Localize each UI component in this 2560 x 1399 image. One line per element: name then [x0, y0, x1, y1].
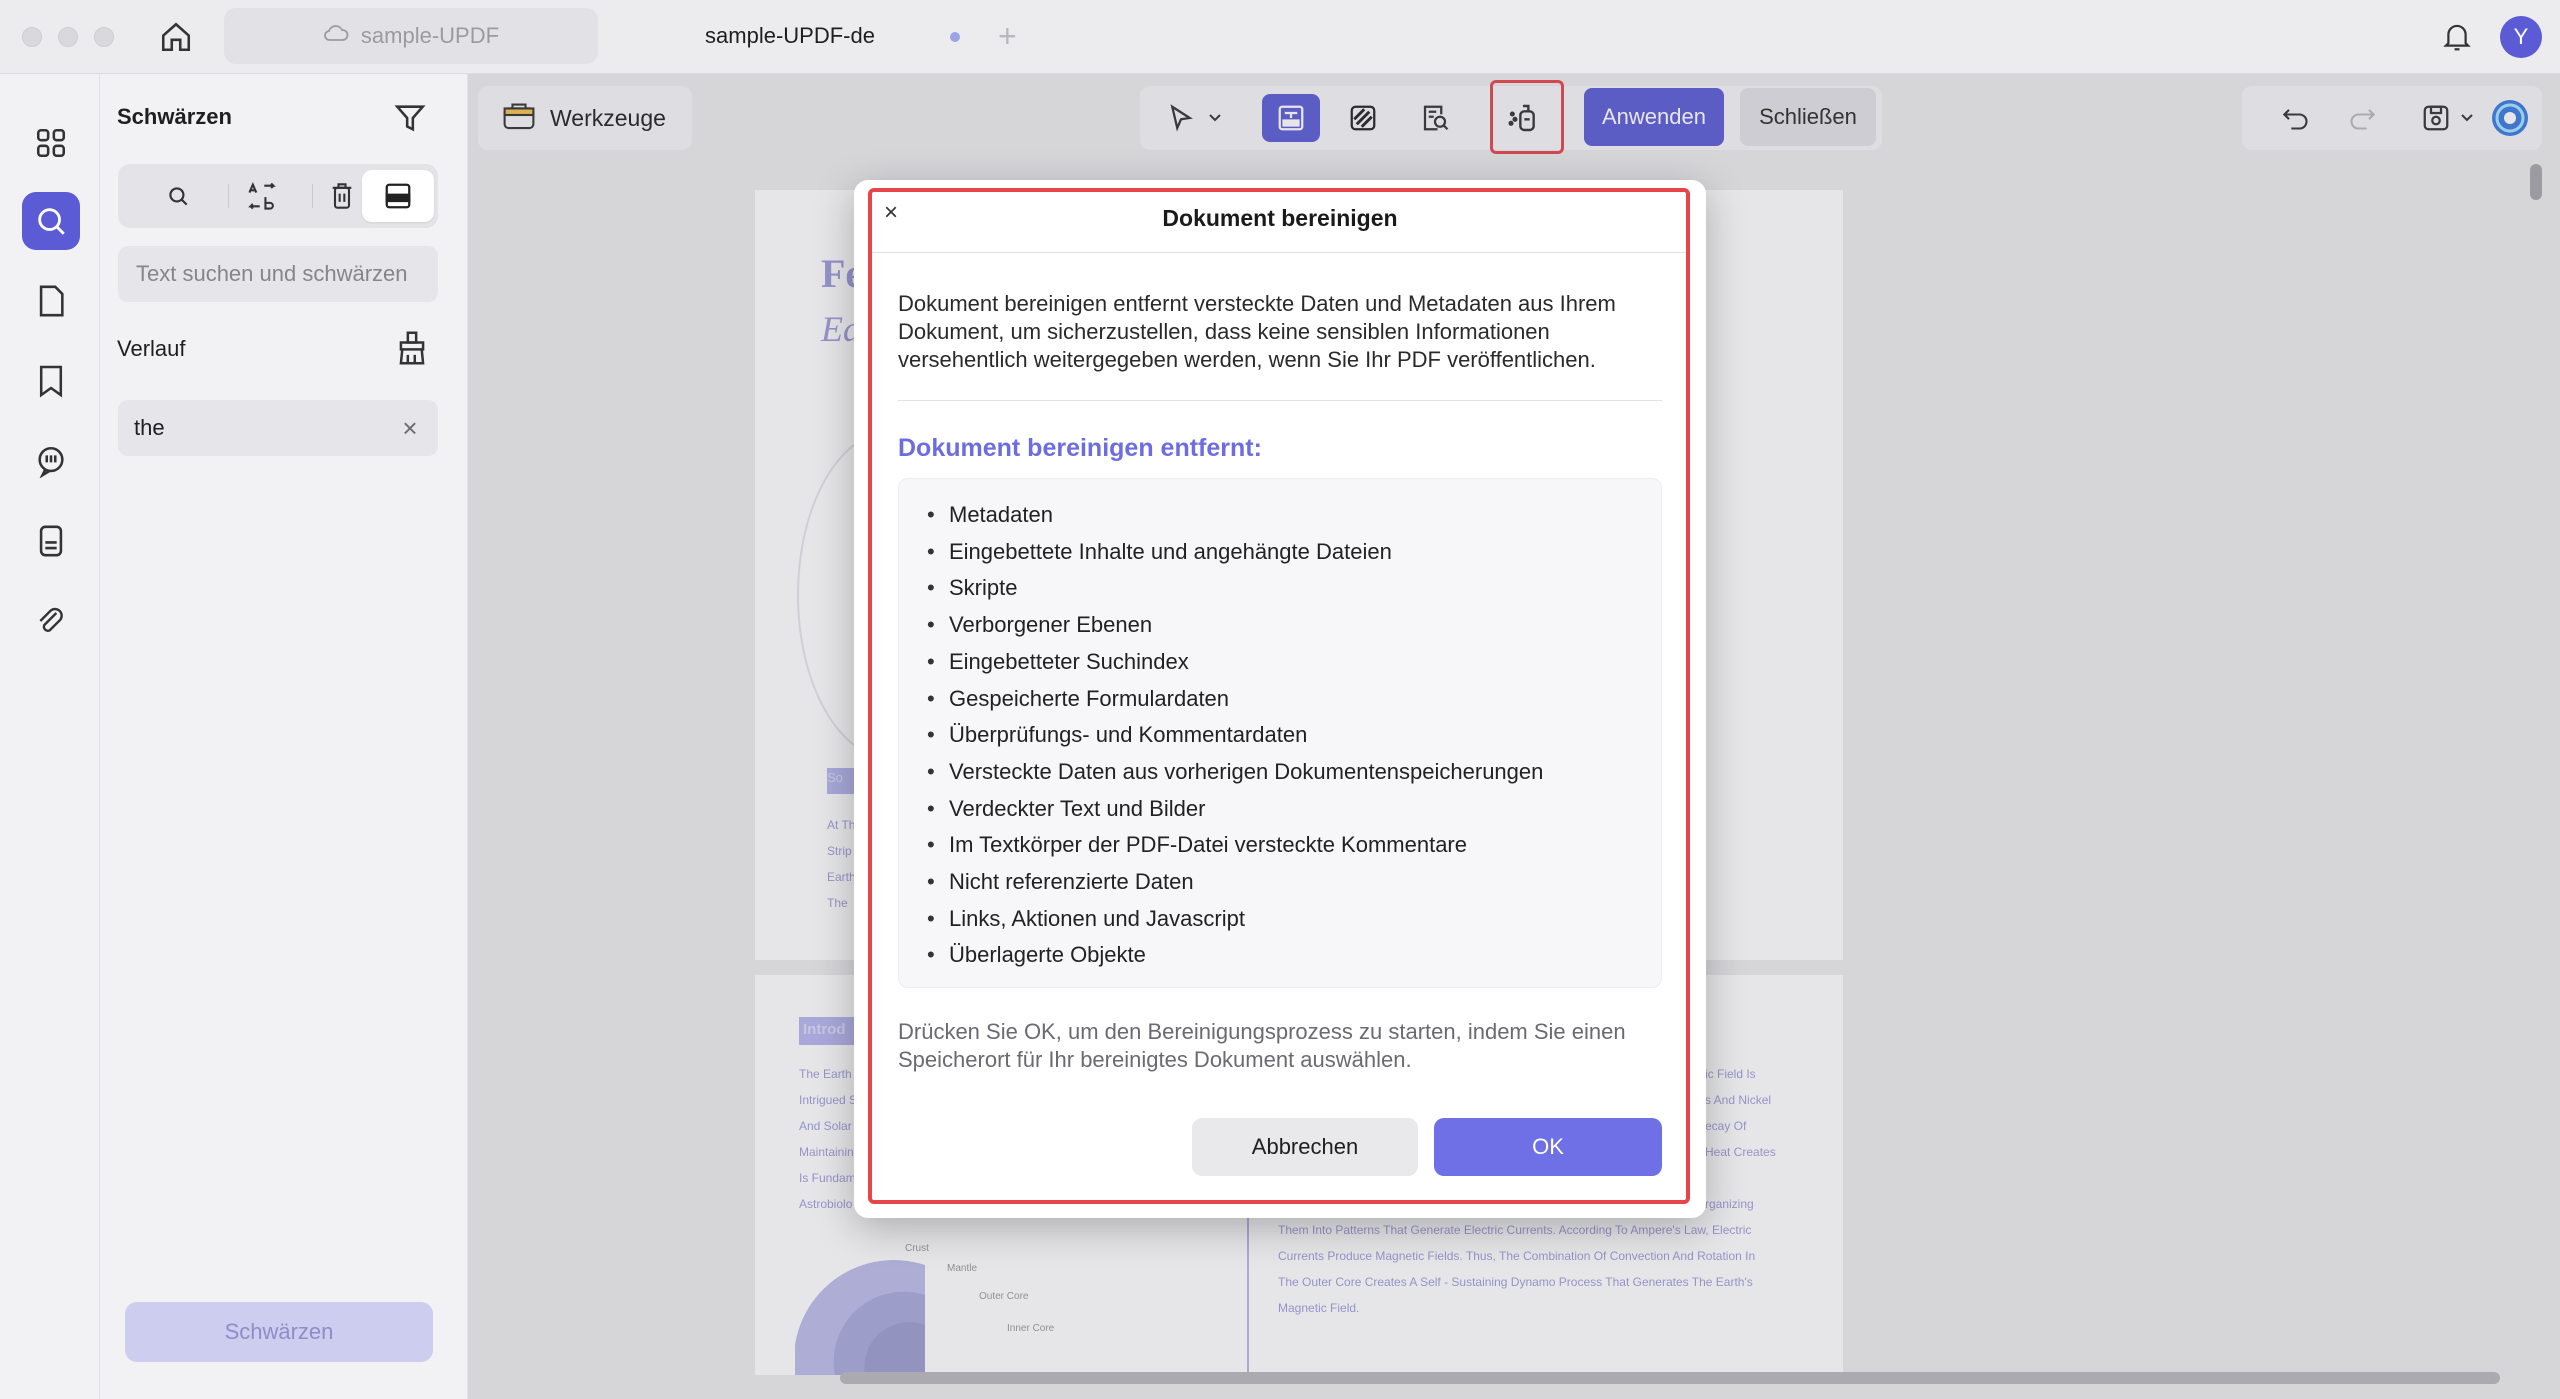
dialog-footer-text: Drücken Sie OK, um den Bereinigungsproze… [898, 1019, 1626, 1072]
grid-icon[interactable] [22, 114, 80, 172]
avatar[interactable]: Y [2500, 16, 2542, 58]
list-item: Links, Aktionen und Javascript [899, 901, 1661, 938]
clear-history-icon[interactable] [390, 326, 434, 370]
page-icon[interactable] [22, 272, 80, 330]
new-tab-icon[interactable]: + [998, 18, 1017, 55]
window-close-control[interactable] [22, 27, 42, 47]
history-item-text: the [134, 415, 165, 440]
list-item: Metadaten [899, 497, 1661, 534]
search-input[interactable] [136, 261, 420, 287]
redact-area-icon[interactable] [362, 170, 434, 222]
removed-items-list: Metadaten Eingebettete Inhalte und angeh… [898, 478, 1662, 988]
bell-icon[interactable] [2436, 16, 2478, 58]
dialog-divider [870, 252, 1690, 253]
home-icon[interactable] [155, 16, 197, 58]
dialog-title: Dokument bereinigen [1162, 205, 1398, 231]
left-rail [0, 74, 100, 1399]
replace-text-icon[interactable] [226, 170, 298, 222]
panel-title: Schwärzen [117, 104, 232, 129]
list-item: Gespeicherte Formulardaten [899, 681, 1661, 718]
list-item: Überprüfungs- und Kommentardaten [899, 717, 1661, 754]
list-item: Verborgener Ebenen [899, 607, 1661, 644]
dialog-divider [898, 400, 1662, 401]
redact-mode-segment [118, 164, 438, 228]
bookmark-icon[interactable] [22, 352, 80, 410]
search-input-box[interactable] [118, 246, 438, 302]
tab-label: sample-UPDF-de [705, 23, 875, 48]
title-bar: sample-UPDF sample-UPDF-de + Y [0, 0, 2560, 74]
tab-label: sample-UPDF [360, 23, 500, 48]
list-item: Nicht referenzierte Daten [899, 864, 1661, 901]
redact-panel: Schwärzen Verlauf the × Schwärzen [100, 74, 468, 1399]
redact-button[interactable]: Schwärzen [125, 1302, 433, 1362]
search-mode-icon[interactable] [142, 170, 214, 222]
tab-sample-updf-de[interactable]: sample-UPDF-de [610, 8, 970, 64]
search-icon[interactable] [22, 192, 80, 250]
ok-button[interactable]: OK [1434, 1118, 1662, 1176]
history-item[interactable]: the × [118, 400, 438, 456]
filter-icon[interactable] [390, 98, 430, 138]
unsaved-indicator [950, 32, 960, 42]
window-minimize-control[interactable] [58, 27, 78, 47]
cloud-icon [323, 23, 349, 49]
list-item: Im Textkörper der PDF-Datei versteckte K… [899, 827, 1661, 864]
list-title: Dokument bereinigen entfernt: [898, 434, 1262, 462]
list-item: Skripte [899, 570, 1661, 607]
list-item: Verdeckter Text und Bilder [899, 791, 1661, 828]
list-item: Versteckte Daten aus vorherigen Dokument… [899, 754, 1661, 791]
list-item: Überlagerte Objekte [899, 937, 1661, 974]
tab-sample-updf[interactable]: sample-UPDF [224, 8, 598, 64]
remove-history-icon[interactable]: × [396, 413, 424, 443]
dialog-description: Dokument bereinigen entfernt versteckte … [898, 291, 1616, 372]
list-item: Eingebettete Inhalte und angehängte Date… [899, 534, 1661, 571]
cancel-button[interactable]: Abbrechen [1192, 1118, 1418, 1176]
history-label: Verlauf [117, 336, 186, 361]
comment-icon[interactable] [22, 432, 80, 490]
document-icon[interactable] [22, 512, 80, 570]
window-zoom-control[interactable] [94, 27, 114, 47]
list-item: Eingebetteter Suchindex [899, 644, 1661, 681]
attachment-icon[interactable] [22, 592, 80, 650]
